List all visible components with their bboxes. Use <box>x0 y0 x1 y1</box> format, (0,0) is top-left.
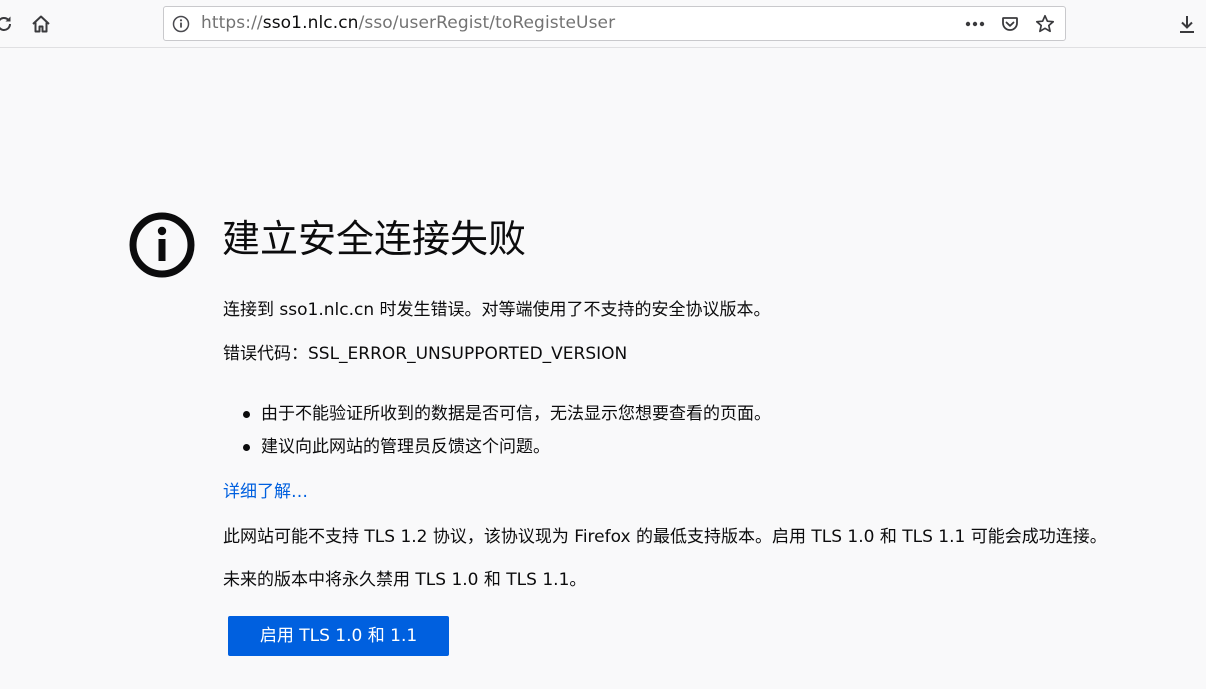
url-host: sso1.nlc.cn <box>262 13 359 33</box>
url-prefix: https:// <box>201 13 263 33</box>
learn-more-link[interactable]: 详细了解… <box>223 480 308 504</box>
enable-tls-button[interactable]: 启用 TLS 1.0 和 1.1 <box>228 616 449 656</box>
pocket-icon[interactable] <box>998 12 1022 36</box>
info-circle-icon <box>129 212 195 278</box>
tls-note: 此网站可能不支持 TLS 1.2 协议，该协议现为 Firefox 的最低支持版… <box>223 527 1107 547</box>
url-bar[interactable]: https://sso1.nlc.cn/sso/userRegist/toReg… <box>163 6 1066 41</box>
url-path: /sso/userRegist/toRegisteUser <box>358 13 616 33</box>
list-item: 由于不能验证所收到的数据是否可信，无法显示您想要查看的页面。 <box>243 402 771 435</box>
error-description: 连接到 sso1.nlc.cn 时发生错误。对等端使用了不支持的安全协议版本。 <box>223 300 771 320</box>
list-item: 建议向此网站的管理员反馈这个问题。 <box>243 435 771 468</box>
tls-future-note: 未来的版本中将永久禁用 TLS 1.0 和 TLS 1.1。 <box>223 570 587 590</box>
error-code: 错误代码：SSL_ERROR_UNSUPPORTED_VERSION <box>223 344 628 364</box>
error-bullets: 由于不能验证所收到的数据是否可信，无法显示您想要查看的页面。 建议向此网站的管理… <box>243 402 771 468</box>
more-actions-icon[interactable] <box>963 12 987 36</box>
bookmark-star-icon[interactable] <box>1033 12 1057 36</box>
browser-toolbar: https://sso1.nlc.cn/sso/userRegist/toReg… <box>0 0 1206 48</box>
page-title: 建立安全连接失败 <box>222 217 527 261</box>
url-actions <box>963 7 1057 40</box>
url-text[interactable]: https://sso1.nlc.cn/sso/userRegist/toReg… <box>201 7 615 40</box>
home-icon[interactable] <box>29 12 53 36</box>
reload-icon[interactable] <box>0 12 16 36</box>
download-icon[interactable] <box>1175 12 1199 36</box>
info-icon[interactable] <box>172 15 190 33</box>
